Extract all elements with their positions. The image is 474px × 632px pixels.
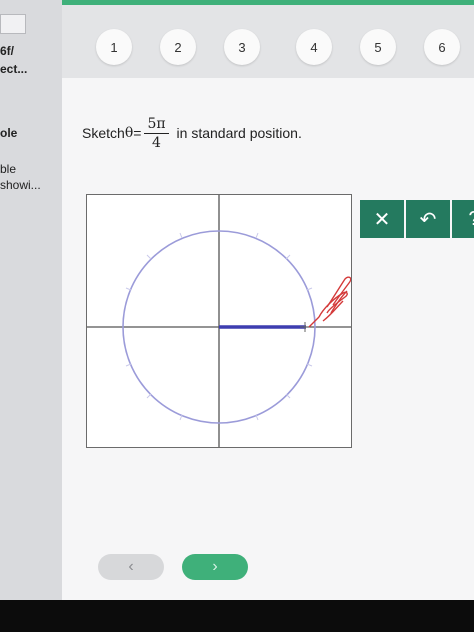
question-stepper: 1 2 3 4 5 6	[62, 0, 474, 78]
sketch-canvas[interactable]	[86, 194, 352, 448]
next-button[interactable]: ›	[182, 554, 248, 580]
theta-symbol: θ	[124, 125, 134, 141]
sidebar-item-label[interactable]: ole	[0, 126, 17, 140]
x-icon[interactable]: ✕	[360, 200, 404, 238]
drawing-toolbar: ✕ ↶ ?	[360, 200, 474, 238]
prompt-prefix: Sketch	[82, 125, 125, 141]
angle-fraction: 5π 4	[144, 116, 169, 151]
sidebar-item-sub-1[interactable]: ble	[0, 162, 16, 176]
sidebar-checkbox[interactable]	[0, 14, 26, 34]
sidebar-item-sub-2[interactable]: showi...	[0, 178, 41, 192]
sidebar-item-title-2[interactable]: ect...	[0, 62, 27, 76]
question-prompt: Sketch θ = 5π 4 in standard position.	[82, 108, 302, 158]
screen: 6f/ ect... ole ble showi... 1 2 3 4 5 6 …	[0, 0, 474, 600]
prompt-suffix: in standard position.	[176, 125, 302, 141]
step-4-button[interactable]: 4	[296, 29, 332, 65]
sidebar-item-title-1[interactable]: 6f/	[0, 44, 14, 58]
help-icon[interactable]: ?	[452, 200, 474, 238]
unit-circle-graph[interactable]	[87, 195, 352, 447]
step-1-button[interactable]: 1	[96, 29, 132, 65]
step-2-button[interactable]: 2	[160, 29, 196, 65]
sidebar: 6f/ ect... ole ble showi...	[0, 0, 62, 600]
step-3-button[interactable]: 3	[224, 29, 260, 65]
equals-sign: =	[133, 125, 142, 141]
step-6-button[interactable]: 6	[424, 29, 460, 65]
previous-button[interactable]: ‹	[98, 554, 164, 580]
fraction-numerator: 5π	[144, 116, 169, 134]
drag-handle[interactable]	[300, 322, 310, 332]
step-5-button[interactable]: 5	[360, 29, 396, 65]
undo-icon[interactable]: ↶	[406, 200, 450, 238]
device-bezel	[0, 600, 474, 632]
fraction-denominator: 4	[152, 134, 161, 151]
